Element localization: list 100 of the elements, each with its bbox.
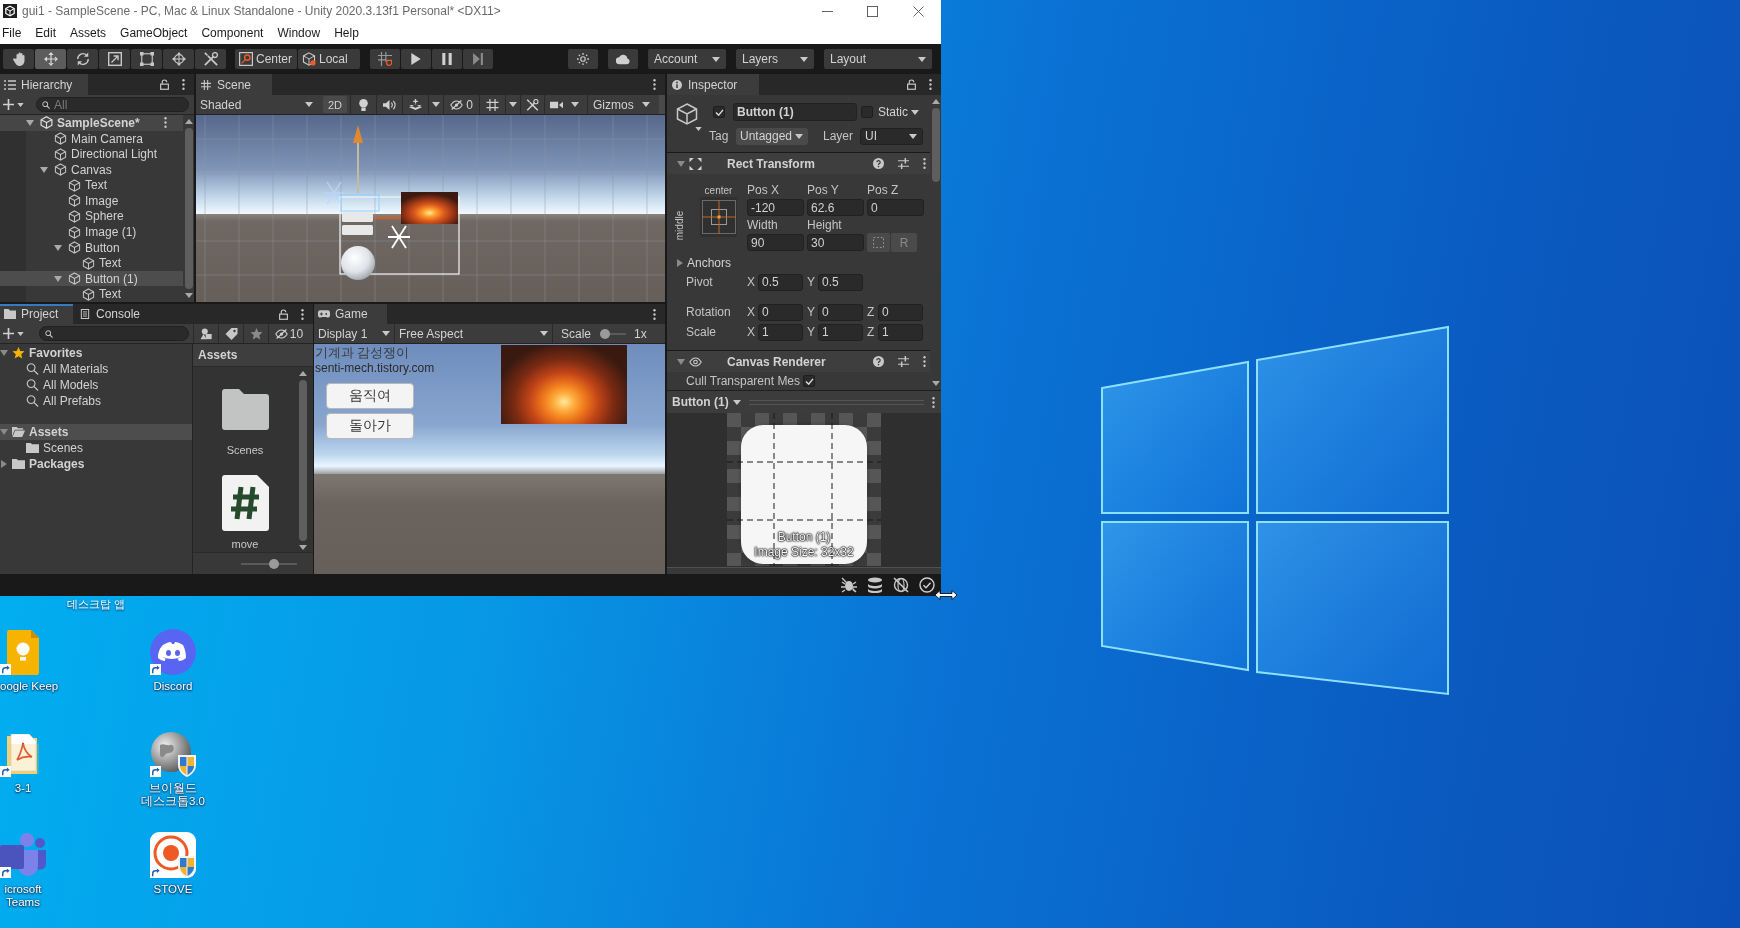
lighting-button[interactable]	[568, 49, 598, 69]
breadcrumb[interactable]: Assets	[193, 344, 313, 367]
speaker-icon[interactable]	[383, 98, 396, 111]
disclosure-triangle-icon[interactable]	[40, 166, 48, 173]
hand-tool-button[interactable]	[3, 49, 34, 69]
disclosure-triangle-icon[interactable]	[0, 429, 8, 435]
scrollbar-thumb[interactable]	[931, 108, 940, 182]
more-icon[interactable]	[923, 158, 926, 169]
caret-icon[interactable]	[432, 102, 440, 107]
step-button[interactable]	[463, 49, 493, 69]
caret-icon[interactable]	[17, 102, 24, 107]
menu-item[interactable]: Edit	[35, 26, 57, 40]
lock-icon[interactable]	[279, 308, 288, 320]
component-header[interactable]: Canvas Renderer	[667, 350, 930, 372]
game-button[interactable]: 움직여	[326, 383, 414, 409]
scene-tab[interactable]: Scene	[196, 74, 272, 95]
scale-tool-button[interactable]	[99, 49, 130, 69]
scroll-down-icon[interactable]	[184, 293, 193, 298]
number-field[interactable]: 0	[878, 303, 923, 321]
move-gizmo-arrow[interactable]	[353, 125, 363, 194]
preview-object-dropdown[interactable]: Button (1)	[672, 395, 741, 409]
database-icon[interactable]	[867, 577, 883, 593]
number-field[interactable]: 1	[818, 323, 863, 341]
asset-item[interactable]: Scenes	[221, 381, 269, 457]
space-mode-button[interactable]: Local	[298, 49, 360, 69]
menu-item[interactable]: Assets	[70, 26, 107, 40]
pause-button[interactable]	[432, 49, 462, 69]
static-dropdown[interactable]: Static	[878, 105, 919, 119]
number-field[interactable]: 30	[807, 234, 864, 251]
close-icon[interactable]	[913, 5, 924, 17]
rotate-tool-button[interactable]	[67, 49, 98, 69]
number-field[interactable]: 1	[758, 323, 803, 341]
transform-tool-button[interactable]	[163, 49, 194, 69]
number-field[interactable]: 0	[867, 199, 924, 216]
project-tree-item[interactable]: Assets	[0, 424, 192, 440]
maximize-icon[interactable]	[867, 5, 878, 17]
plus-icon[interactable]	[3, 99, 14, 110]
hidden-packages-toggle[interactable]: 10	[268, 324, 309, 343]
scroll-down-icon[interactable]	[298, 545, 307, 550]
cloud-button[interactable]	[608, 49, 638, 69]
disclosure-triangle-icon[interactable]	[677, 259, 683, 267]
grid-icon[interactable]	[486, 98, 499, 111]
menu-item[interactable]: Window	[277, 26, 321, 40]
plus-icon[interactable]	[3, 328, 14, 339]
active-checkbox[interactable]	[713, 106, 725, 118]
name-field[interactable]: Button (1)	[733, 103, 857, 121]
slider-thumb[interactable]	[600, 328, 611, 339]
hierarchy-item[interactable]: Directional Light	[0, 146, 183, 163]
game-tab[interactable]: Game	[314, 304, 387, 324]
crossed-bug-icon[interactable]	[841, 577, 857, 593]
scrollbar-thumb[interactable]	[298, 380, 307, 541]
account-dropdown[interactable]: Account	[648, 49, 726, 69]
search-field[interactable]: All	[36, 97, 189, 112]
number-field[interactable]: 0	[758, 303, 803, 321]
caret-icon[interactable]	[17, 331, 24, 336]
project-tree-item[interactable]: All Materials	[0, 361, 192, 377]
play-button[interactable]	[401, 49, 431, 69]
menu-item[interactable]: GameObject	[120, 26, 188, 40]
move-tool-button[interactable]	[35, 49, 66, 69]
disclosure-triangle-icon[interactable]	[26, 119, 34, 126]
static-checkbox[interactable]	[861, 106, 873, 118]
hierarchy-item[interactable]: Image (1)	[0, 224, 183, 240]
layers-dropdown[interactable]: Layers	[736, 49, 814, 69]
project-tree-item[interactable]: All Models	[0, 377, 192, 393]
disclosure-triangle-icon[interactable]	[54, 244, 62, 251]
shading-dropdown[interactable]: Shaded	[196, 95, 318, 114]
hierarchy-item[interactable]: Sphere	[0, 208, 183, 225]
lock-icon[interactable]	[160, 79, 169, 90]
hierarchy-item[interactable]: Canvas	[0, 162, 183, 178]
sliders-icon[interactable]	[898, 356, 909, 367]
more-icon[interactable]	[923, 356, 926, 367]
panel-tab[interactable]: Project	[0, 304, 73, 324]
lightbulb-icon[interactable]	[357, 98, 370, 111]
hidden-objects-toggle[interactable]: 0	[443, 95, 479, 114]
slider-thumb[interactable]	[268, 558, 279, 569]
number-field[interactable]: -120	[747, 199, 804, 216]
layer-dropdown[interactable]: UI	[860, 127, 923, 145]
rect-tool-button[interactable]	[131, 49, 162, 69]
anchor-preset-button[interactable]	[700, 197, 737, 237]
project-tree-item[interactable]: Favorites	[0, 345, 192, 361]
shapes-filter-icon[interactable]	[199, 327, 213, 340]
number-field[interactable]: 0.5	[758, 273, 803, 291]
caret-icon[interactable]	[509, 102, 517, 107]
crossed-tools-icon[interactable]	[526, 98, 539, 111]
help-icon[interactable]	[873, 356, 884, 367]
caret-icon[interactable]	[695, 127, 702, 131]
scroll-up-icon[interactable]	[298, 371, 307, 376]
number-field[interactable]: 90	[747, 234, 804, 251]
hierarchy-item[interactable]: Button	[0, 239, 183, 256]
sliders-icon[interactable]	[898, 158, 909, 169]
blueprint-mode-button[interactable]	[867, 233, 890, 252]
project-tree-item[interactable]: Packages	[0, 456, 192, 472]
2d-toggle[interactable]: 2D	[323, 96, 347, 113]
tag-dropdown[interactable]: Untagged	[736, 127, 808, 145]
hierarchy-tab[interactable]: Hierarchy	[0, 74, 88, 95]
asset-item[interactable]: move	[221, 475, 269, 551]
disclosure-triangle-icon[interactable]	[54, 275, 62, 282]
scroll-up-icon[interactable]	[931, 99, 940, 104]
more-icon[interactable]	[932, 396, 935, 408]
hierarchy-item[interactable]: Button (1)	[0, 270, 183, 287]
